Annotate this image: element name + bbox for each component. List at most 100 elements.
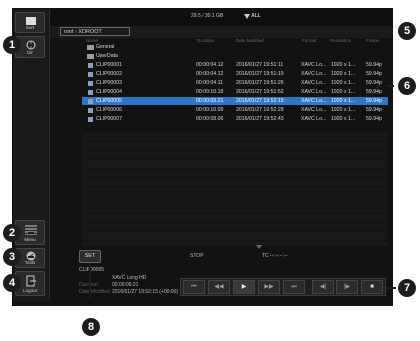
clip-duration: 00:00:04.12 xyxy=(196,62,224,68)
frame-back-icon: ◀| xyxy=(319,284,327,290)
clip-resolution: 1920 x 1... xyxy=(331,89,356,95)
clip-framerate: 59.94p xyxy=(366,80,382,86)
callout-line xyxy=(28,44,34,46)
scroll-down-indicator[interactable] xyxy=(256,245,262,249)
clip-resolution: 1920 x 1... xyxy=(331,98,356,104)
rewind-icon: ◀◀ xyxy=(214,284,224,290)
folder-row[interactable]: UserData xyxy=(82,52,388,60)
frame-back-button[interactable]: ◀| xyxy=(312,280,334,294)
clip-format: XAVC Lo... xyxy=(301,98,327,104)
clip-thumbnail-icon xyxy=(88,80,93,86)
callout-line xyxy=(386,287,396,289)
callout-4: 4 xyxy=(3,274,21,292)
play-button[interactable]: ▶ xyxy=(233,280,255,294)
clip-resolution: 1920 x 1... xyxy=(331,80,356,86)
clip-thumbnail-icon xyxy=(88,98,93,104)
callout-8: 8 xyxy=(82,318,100,336)
clip-row[interactable]: CLIP00005 00:00:09.21 2016/01/27 19:52:1… xyxy=(82,97,388,105)
frame-forward-button[interactable]: |▶ xyxy=(336,280,358,294)
tools-label: Tools xyxy=(24,260,36,265)
clip-duration: 00:00:10.18 xyxy=(196,89,224,95)
clip-thumbnail-icon xyxy=(88,116,93,122)
sort-button[interactable]: Sort xyxy=(15,12,45,33)
clip-framerate: 59.94p xyxy=(366,62,382,68)
clip-format: XAVC Lo... xyxy=(301,71,327,77)
callout-2: 2 xyxy=(3,224,21,242)
callout-6: 6 xyxy=(398,77,416,95)
clip-name: CLIP00007 xyxy=(96,116,122,122)
breadcrumb-root[interactable]: root xyxy=(64,29,73,35)
breadcrumb-folder[interactable]: XDROOT xyxy=(78,29,102,35)
callout-3: 3 xyxy=(3,248,21,266)
set-button[interactable]: SET xyxy=(79,250,101,263)
skip-next-button[interactable]: ⏭ xyxy=(283,280,305,294)
clip-row[interactable]: CLIP00004 00:00:10.18 2016/01/27 19:51:5… xyxy=(82,88,388,96)
callout-5: 5 xyxy=(398,22,416,40)
clip-framerate: 59.94p xyxy=(366,116,382,122)
clip-row[interactable]: CLIP00003 00:00:04.11 2016/01/27 19:51:2… xyxy=(82,79,388,87)
folder-row[interactable]: General xyxy=(82,43,388,51)
selected-clip-duration: 00:00:09.21 xyxy=(112,282,139,288)
clip-duration: 00:00:04.11 xyxy=(196,80,224,86)
clip-date: 2016/01/27 19:51:52 xyxy=(236,89,284,95)
callout-1: 1 xyxy=(3,36,21,54)
clip-name: CLIP00004 xyxy=(96,89,122,95)
clip-resolution: 1920 x 1... xyxy=(331,116,356,122)
frame-forward-icon: |▶ xyxy=(343,284,351,290)
selected-clip-name: CLIP00005 xyxy=(79,267,105,273)
clip-thumbnail-icon xyxy=(88,89,93,95)
folder-name: UserData xyxy=(96,53,118,59)
filter-indicator[interactable]: ALL xyxy=(251,13,261,19)
transport-controls: ⏮ ◀◀ ▶ ▶▶ ⏭ ◀| |▶ ■ xyxy=(180,278,386,296)
sort-label: Sort xyxy=(25,25,35,30)
stop-button[interactable]: ■ xyxy=(361,280,383,294)
clip-resolution: 1920 x 1... xyxy=(331,71,356,77)
folder-icon xyxy=(87,54,94,59)
folder-name: General xyxy=(96,44,115,50)
callout-line xyxy=(130,31,392,32)
play-icon: ▶ xyxy=(241,284,247,290)
clip-duration: 00:00:04.12 xyxy=(196,71,224,77)
selected-clip-format: XAVC Long HD xyxy=(112,275,147,281)
clip-name: CLIP00003 xyxy=(96,80,122,86)
folder-icon xyxy=(87,45,94,50)
stop-icon: ■ xyxy=(370,284,374,290)
clip-date: 2016/01/27 19:51:11 xyxy=(236,62,284,68)
callout-line xyxy=(28,232,34,234)
fast-forward-button[interactable]: ▶▶ xyxy=(258,280,280,294)
clip-date: 2016/01/27 19:51:26 xyxy=(236,80,284,86)
clip-name: CLIP00006 xyxy=(96,107,122,113)
clip-name: CLIP00005 xyxy=(96,98,122,104)
menu-label: Menu xyxy=(24,237,36,242)
playback-state: STOP xyxy=(190,253,204,259)
clip-format: XAVC Lo... xyxy=(301,80,327,86)
clip-duration: 00:00:09.21 xyxy=(196,98,224,104)
skip-previous-button[interactable]: ⏮ xyxy=(183,280,205,294)
storage-indicator: 29.5 / 30.1 GB xyxy=(191,13,224,19)
clip-duration: 00:00:10.09 xyxy=(196,107,224,113)
clip-date: 2016/01/27 19:52:15 xyxy=(236,98,284,104)
filter-icon xyxy=(244,14,250,19)
clip-format: XAVC Lo... xyxy=(301,62,327,68)
callout-7: 7 xyxy=(398,279,416,297)
clip-framerate: 59.94p xyxy=(366,107,382,113)
clip-row[interactable]: CLIP00002 00:00:04.12 2016/01/27 19:51:1… xyxy=(82,70,388,78)
logout-icon xyxy=(26,275,36,287)
empty-list-area xyxy=(82,133,388,246)
rewind-button[interactable]: ◀◀ xyxy=(208,280,230,294)
logout-label: Logout xyxy=(23,288,37,293)
clip-row[interactable]: CLIP00001 00:00:04.12 2016/01/27 19:51:1… xyxy=(82,61,388,69)
fast-forward-icon: ▶▶ xyxy=(264,284,274,290)
breadcrumb[interactable]: root › XDROOT xyxy=(60,27,130,36)
callout-line xyxy=(388,85,394,87)
clip-date: 2016/01/27 19:52:43 xyxy=(236,116,284,122)
callout-line xyxy=(28,256,34,258)
callout-line xyxy=(28,282,34,284)
clip-format: XAVC Lo... xyxy=(301,89,327,95)
clip-row[interactable]: CLIP00007 00:00:08.06 2016/01/27 19:52:4… xyxy=(82,115,388,123)
callout-line xyxy=(89,263,91,298)
sort-icon xyxy=(26,17,36,25)
clip-duration: 00:00:08.06 xyxy=(196,116,224,122)
clip-row[interactable]: CLIP00006 00:00:10.09 2016/01/27 19:52:2… xyxy=(82,106,388,114)
clip-date: 2016/01/27 19:51:19 xyxy=(236,71,284,77)
